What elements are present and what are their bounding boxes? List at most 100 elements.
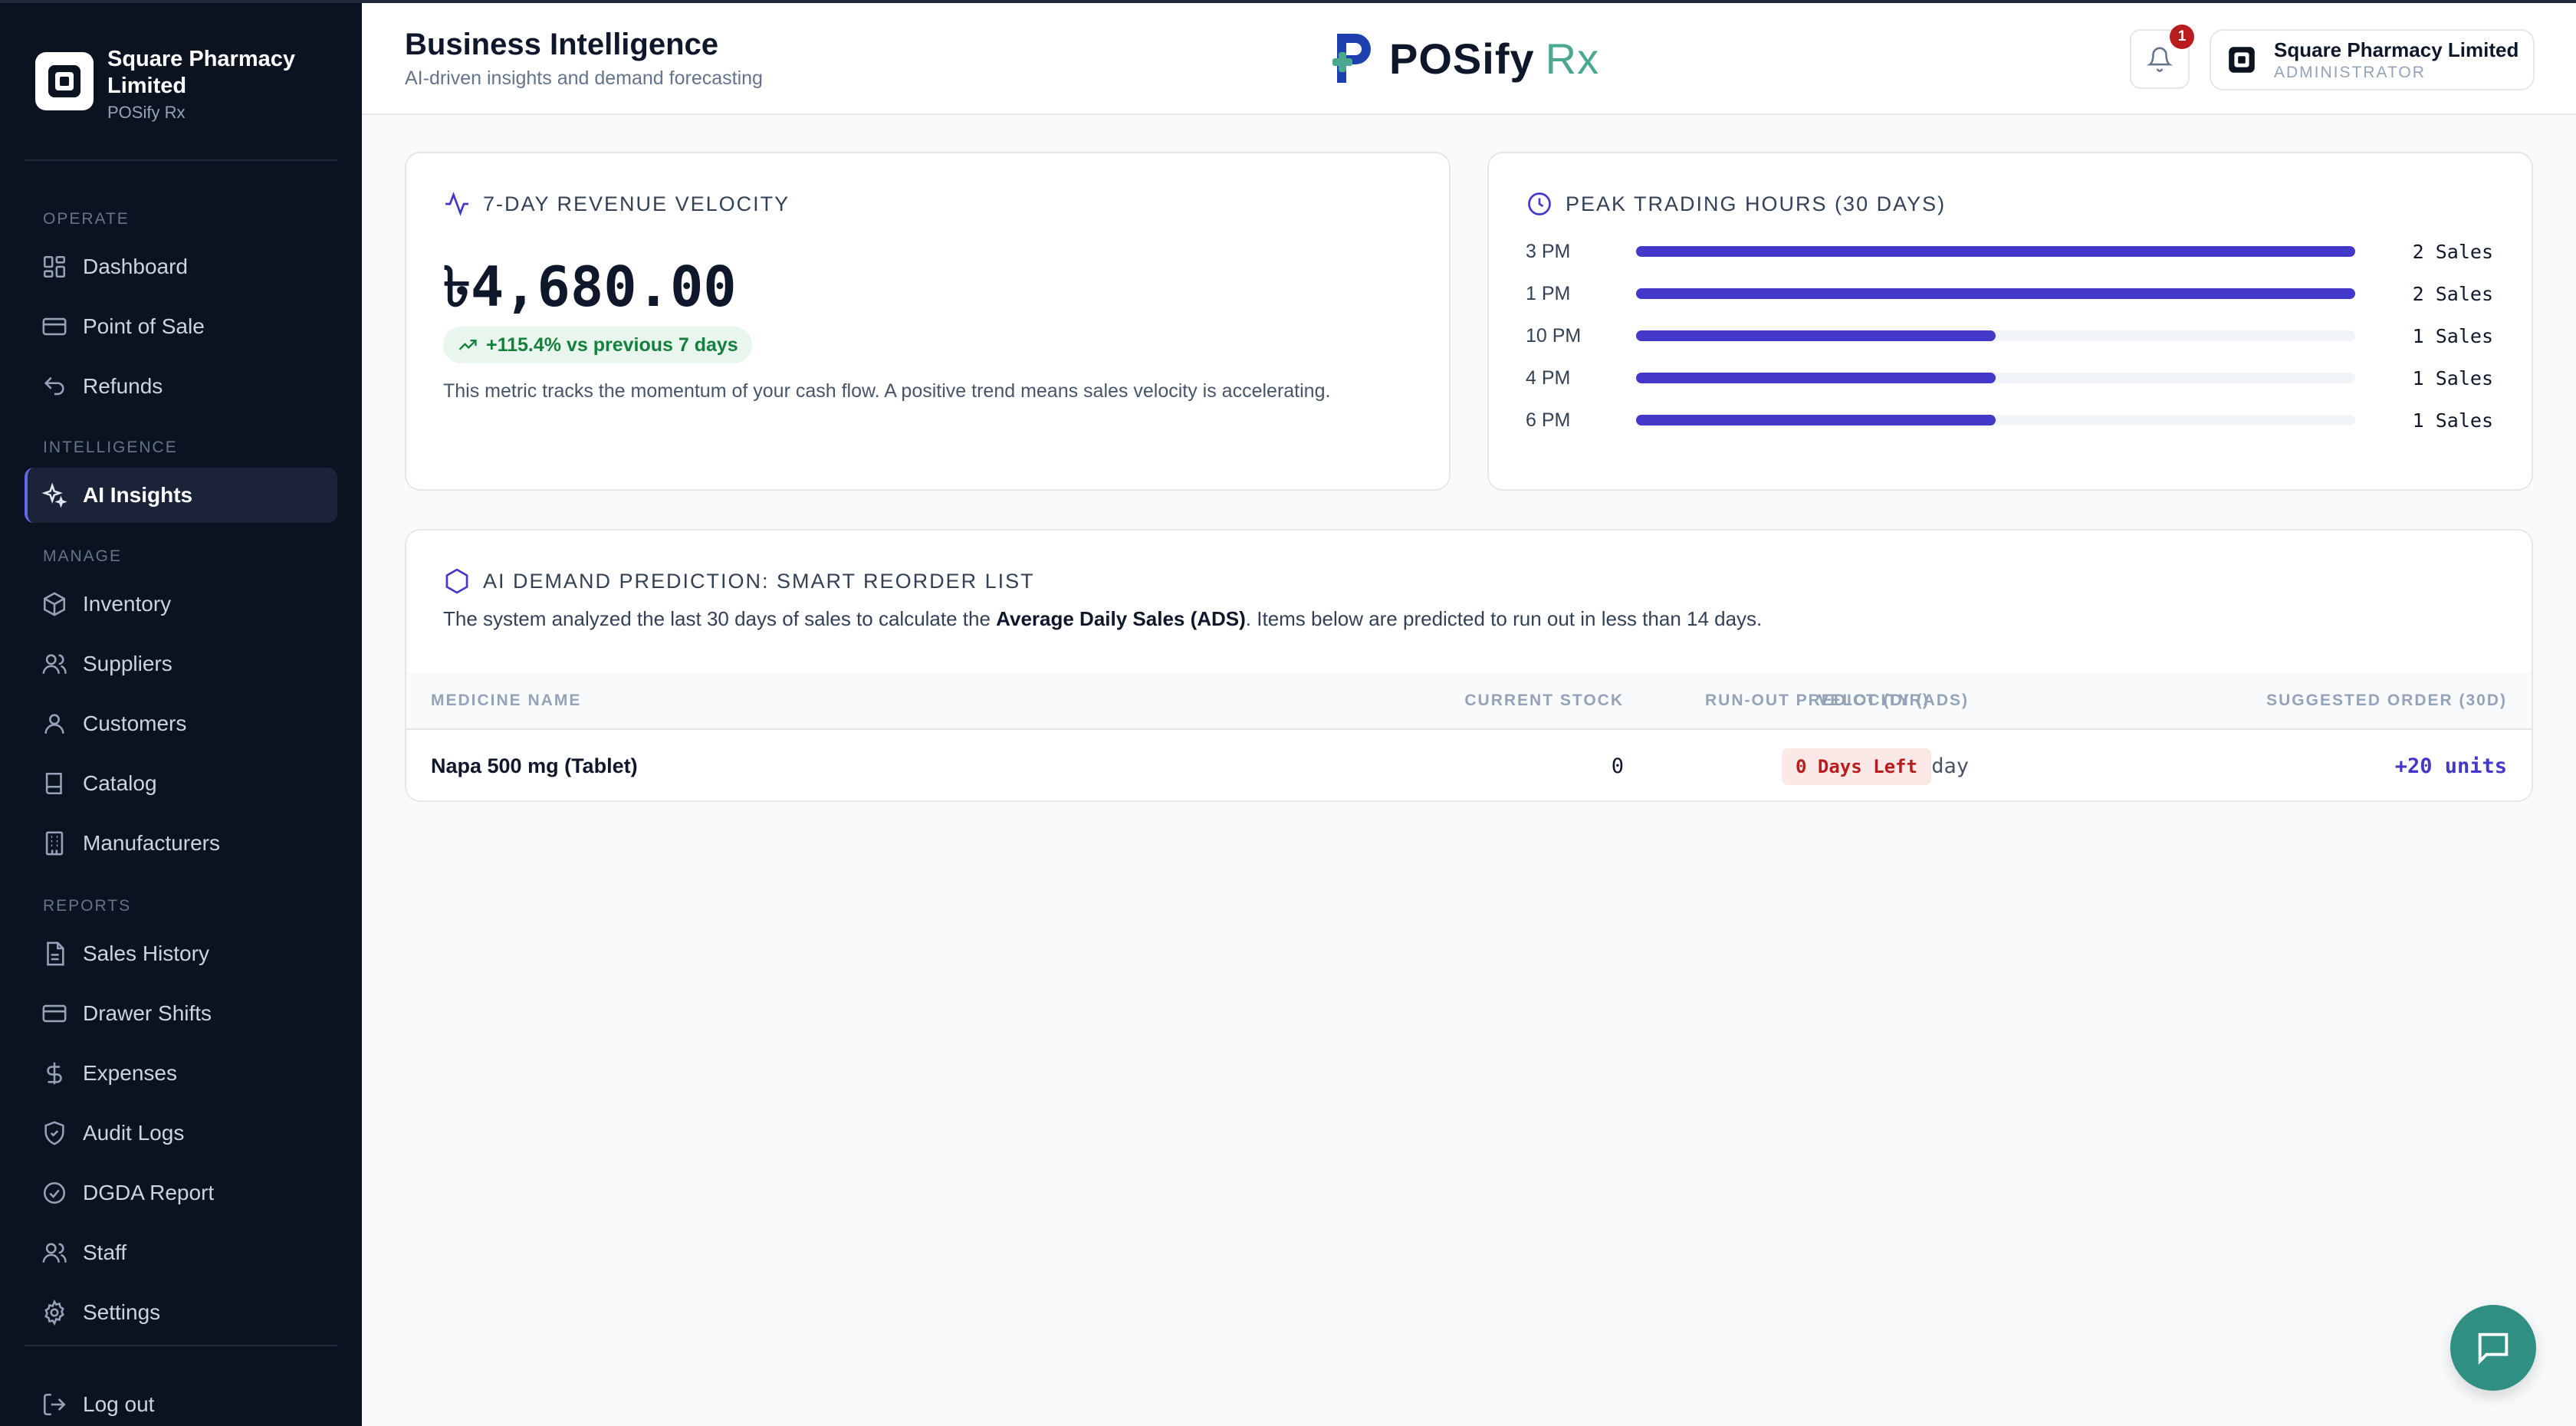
square-logo-icon bbox=[35, 52, 94, 110]
peak-hour-bar bbox=[1636, 288, 2355, 299]
section-label-operate: OPERATE bbox=[43, 210, 130, 228]
peak-hour-count: 1 Sales bbox=[2412, 409, 2493, 432]
growth-text: +115.4% vs previous 7 days bbox=[486, 334, 738, 356]
sidebar-item-sales-history[interactable]: Sales History bbox=[25, 926, 337, 981]
sidebar-item-label: Expenses bbox=[83, 1061, 177, 1085]
peak-hour-row: 3 PM 2 Sales bbox=[1526, 236, 2493, 267]
sidebar-item-label: Inventory bbox=[83, 592, 172, 616]
sidebar-item-label: Customers bbox=[83, 711, 187, 735]
current-stock-cell: 0 bbox=[1611, 754, 1624, 778]
trending-up-icon bbox=[458, 340, 477, 350]
sidebar-item-expenses[interactable]: Expenses bbox=[25, 1046, 337, 1101]
sidebar-item-catalog[interactable]: Catalog bbox=[25, 756, 337, 811]
sidebar-item-label: Sales History bbox=[83, 941, 209, 965]
gear-icon bbox=[44, 1300, 64, 1326]
peak-hour-row: 4 PM 1 Sales bbox=[1526, 363, 2493, 393]
smart-reorder-card: AI DEMAND PREDICTION: SMART REORDER LIST… bbox=[405, 529, 2533, 802]
peak-hour-label: 4 PM bbox=[1526, 366, 1571, 389]
column-header-medicine[interactable]: MEDICINE NAME bbox=[431, 692, 581, 710]
sidebar-item-label: DGDA Report bbox=[83, 1181, 215, 1204]
sidebar: Square Pharmacy Limited POSify Rx OPERAT… bbox=[0, 0, 362, 1426]
reorder-title-text: AI DEMAND PREDICTION: SMART REORDER LIST bbox=[483, 569, 1035, 593]
grid-icon bbox=[43, 255, 66, 278]
clock-icon bbox=[1528, 192, 1551, 215]
peak-hour-label: 3 PM bbox=[1526, 240, 1571, 262]
page-title: Business Intelligence bbox=[405, 28, 719, 61]
peak-card-title: PEAK TRADING HOURS (30 DAYS) bbox=[1526, 190, 1946, 218]
revenue-velocity-card: 7-DAY REVENUE VELOCITY ৳4,680.00 +115.4%… bbox=[405, 152, 1451, 491]
sidebar-item-settings[interactable]: Settings bbox=[25, 1285, 337, 1340]
sidebar-item-audit-logs[interactable]: Audit Logs bbox=[25, 1106, 337, 1161]
user-menu[interactable]: Square Pharmacy Limited ADMINISTRATOR bbox=[2210, 29, 2535, 90]
sidebar-divider bbox=[25, 159, 337, 161]
building-icon bbox=[45, 831, 64, 856]
peak-hour-label: 10 PM bbox=[1526, 324, 1582, 347]
user-icon bbox=[44, 714, 64, 734]
reorder-table-header: MEDICINE NAME CURRENT STOCK VELOCITY (AD… bbox=[406, 673, 2532, 730]
sidebar-item-point-of-sale[interactable]: Point of Sale bbox=[25, 299, 337, 354]
sidebar-item-label: AI Insights bbox=[83, 483, 193, 507]
top-header: Business Intelligence AI-driven insights… bbox=[362, 3, 2576, 115]
sidebar-item-label: Point of Sale bbox=[83, 314, 205, 338]
sidebar-item-customers[interactable]: Customers bbox=[25, 696, 337, 751]
check-circle-icon bbox=[43, 1181, 66, 1204]
bell-icon bbox=[2147, 47, 2173, 72]
sidebar-item-label: Catalog bbox=[83, 771, 157, 795]
user-name: Square Pharmacy Limited bbox=[2274, 38, 2519, 61]
chat-button[interactable] bbox=[2450, 1305, 2536, 1391]
runout-badge: 0 Days Left bbox=[1782, 748, 1931, 785]
sidebar-item-ai-insights[interactable]: AI Insights bbox=[25, 468, 337, 523]
activity-icon bbox=[445, 192, 468, 216]
card-icon bbox=[42, 1004, 67, 1023]
logo-wordmark: POSify Rx bbox=[1389, 34, 1599, 84]
book-icon bbox=[45, 772, 62, 795]
peak-hour-count: 2 Sales bbox=[2412, 282, 2493, 305]
logout-button[interactable]: Log out bbox=[25, 1377, 337, 1426]
peak-hour-count: 1 Sales bbox=[2412, 324, 2493, 347]
user-role: ADMINISTRATOR bbox=[2274, 63, 2426, 81]
peak-hour-bar-track bbox=[1636, 288, 2355, 299]
section-label-reports: REPORTS bbox=[43, 897, 132, 915]
box-icon bbox=[43, 592, 66, 616]
users-icon bbox=[42, 1243, 67, 1263]
notifications-button[interactable]: 1 bbox=[2130, 25, 2194, 89]
sidebar-item-label: Refunds bbox=[83, 374, 163, 398]
peak-hour-label: 1 PM bbox=[1526, 282, 1571, 304]
undo-icon bbox=[44, 376, 64, 396]
notification-badge: 1 bbox=[2170, 25, 2194, 49]
card-icon bbox=[42, 317, 67, 336]
sidebar-item-suppliers[interactable]: Suppliers bbox=[25, 636, 337, 692]
sidebar-item-dgda-report[interactable]: DGDA Report bbox=[25, 1165, 337, 1221]
logout-label: Log out bbox=[83, 1392, 155, 1416]
sidebar-item-refunds[interactable]: Refunds bbox=[25, 359, 337, 414]
peak-hour-bar bbox=[1636, 246, 2355, 257]
peak-hour-row: 10 PM 1 Sales bbox=[1526, 320, 2493, 351]
peak-hour-bar-track bbox=[1636, 415, 2355, 426]
suggested-order-cell: +20 units bbox=[2394, 754, 2507, 778]
page-subtitle: AI-driven insights and demand forecastin… bbox=[405, 67, 763, 89]
revenue-card-title: 7-DAY REVENUE VELOCITY bbox=[443, 190, 790, 218]
sidebar-item-label: Audit Logs bbox=[83, 1121, 185, 1145]
sidebar-item-label: Manufacturers bbox=[83, 831, 220, 855]
peak-hour-count: 2 Sales bbox=[2412, 240, 2493, 263]
sidebar-item-label: Staff bbox=[83, 1240, 127, 1264]
sidebar-item-manufacturers[interactable]: Manufacturers bbox=[25, 816, 337, 871]
logout-icon bbox=[43, 1393, 66, 1416]
logo-main: POSify bbox=[1389, 34, 1535, 83]
peak-hour-bar-track bbox=[1636, 373, 2355, 383]
column-header-runout[interactable]: RUN-OUT PREDICT (DIR) bbox=[1705, 692, 1930, 710]
dollar-icon bbox=[47, 1062, 62, 1085]
table-row[interactable]: Napa 500 mg (Tablet) 0 0.67 / day 0 Days… bbox=[406, 731, 2532, 800]
sidebar-divider bbox=[25, 1345, 337, 1346]
column-header-stock[interactable]: CURRENT STOCK bbox=[1464, 692, 1624, 710]
peak-hour-label: 6 PM bbox=[1526, 409, 1571, 431]
sidebar-item-dashboard[interactable]: Dashboard bbox=[25, 239, 337, 294]
sidebar-item-staff[interactable]: Staff bbox=[25, 1225, 337, 1280]
sidebar-item-inventory[interactable]: Inventory bbox=[25, 577, 337, 632]
peak-hour-row: 1 PM 2 Sales bbox=[1526, 278, 2493, 309]
column-header-suggested[interactable]: SUGGESTED ORDER (30D) bbox=[2266, 692, 2507, 710]
sidebar-item-drawer-shifts[interactable]: Drawer Shifts bbox=[25, 986, 337, 1041]
chat-icon bbox=[2478, 1332, 2509, 1365]
shield-icon bbox=[44, 1121, 64, 1145]
brand[interactable]: Square Pharmacy Limited POSify Rx bbox=[35, 46, 337, 123]
